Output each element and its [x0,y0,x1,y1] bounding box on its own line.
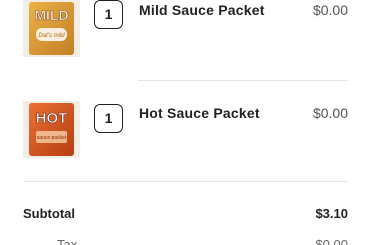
item-divider [138,80,348,81]
item-name: Mild Sauce Packet [139,2,265,18]
svg-text:MILD: MILD [34,7,68,23]
mild-sauce-packet-image: MILD Dat's mild [23,0,80,57]
svg-text:Dat's mild: Dat's mild [38,33,65,39]
subtotal-label: Subtotal [23,206,75,221]
item-price: $0.00 [312,2,348,18]
tax-label: Tax [57,237,78,245]
subtotal-value: $3.10 [315,206,348,221]
quantity-selector[interactable]: 1 [94,0,123,29]
hot-sauce-packet-icon: HOT sauce packet [23,101,80,158]
cart-item: MILD Dat's mild 1 Mild Sauce Packet $0.0… [0,0,370,60]
summary-divider [23,181,348,182]
cart-summary: MILD Dat's mild 1 Mild Sauce Packet $0.0… [0,0,370,245]
item-name: Hot Sauce Packet [139,105,260,121]
svg-text:sauce packet: sauce packet [37,135,67,141]
hot-sauce-packet-image: HOT sauce packet [23,101,80,158]
cart-item: HOT sauce packet 1 Hot Sauce Packet $0.0… [0,101,370,161]
svg-text:HOT: HOT [36,110,68,127]
quantity-selector[interactable]: 1 [94,104,123,133]
tax-value: $0.00 [315,237,348,245]
mild-sauce-packet-icon: MILD Dat's mild [23,0,80,57]
item-price: $0.00 [312,105,348,121]
